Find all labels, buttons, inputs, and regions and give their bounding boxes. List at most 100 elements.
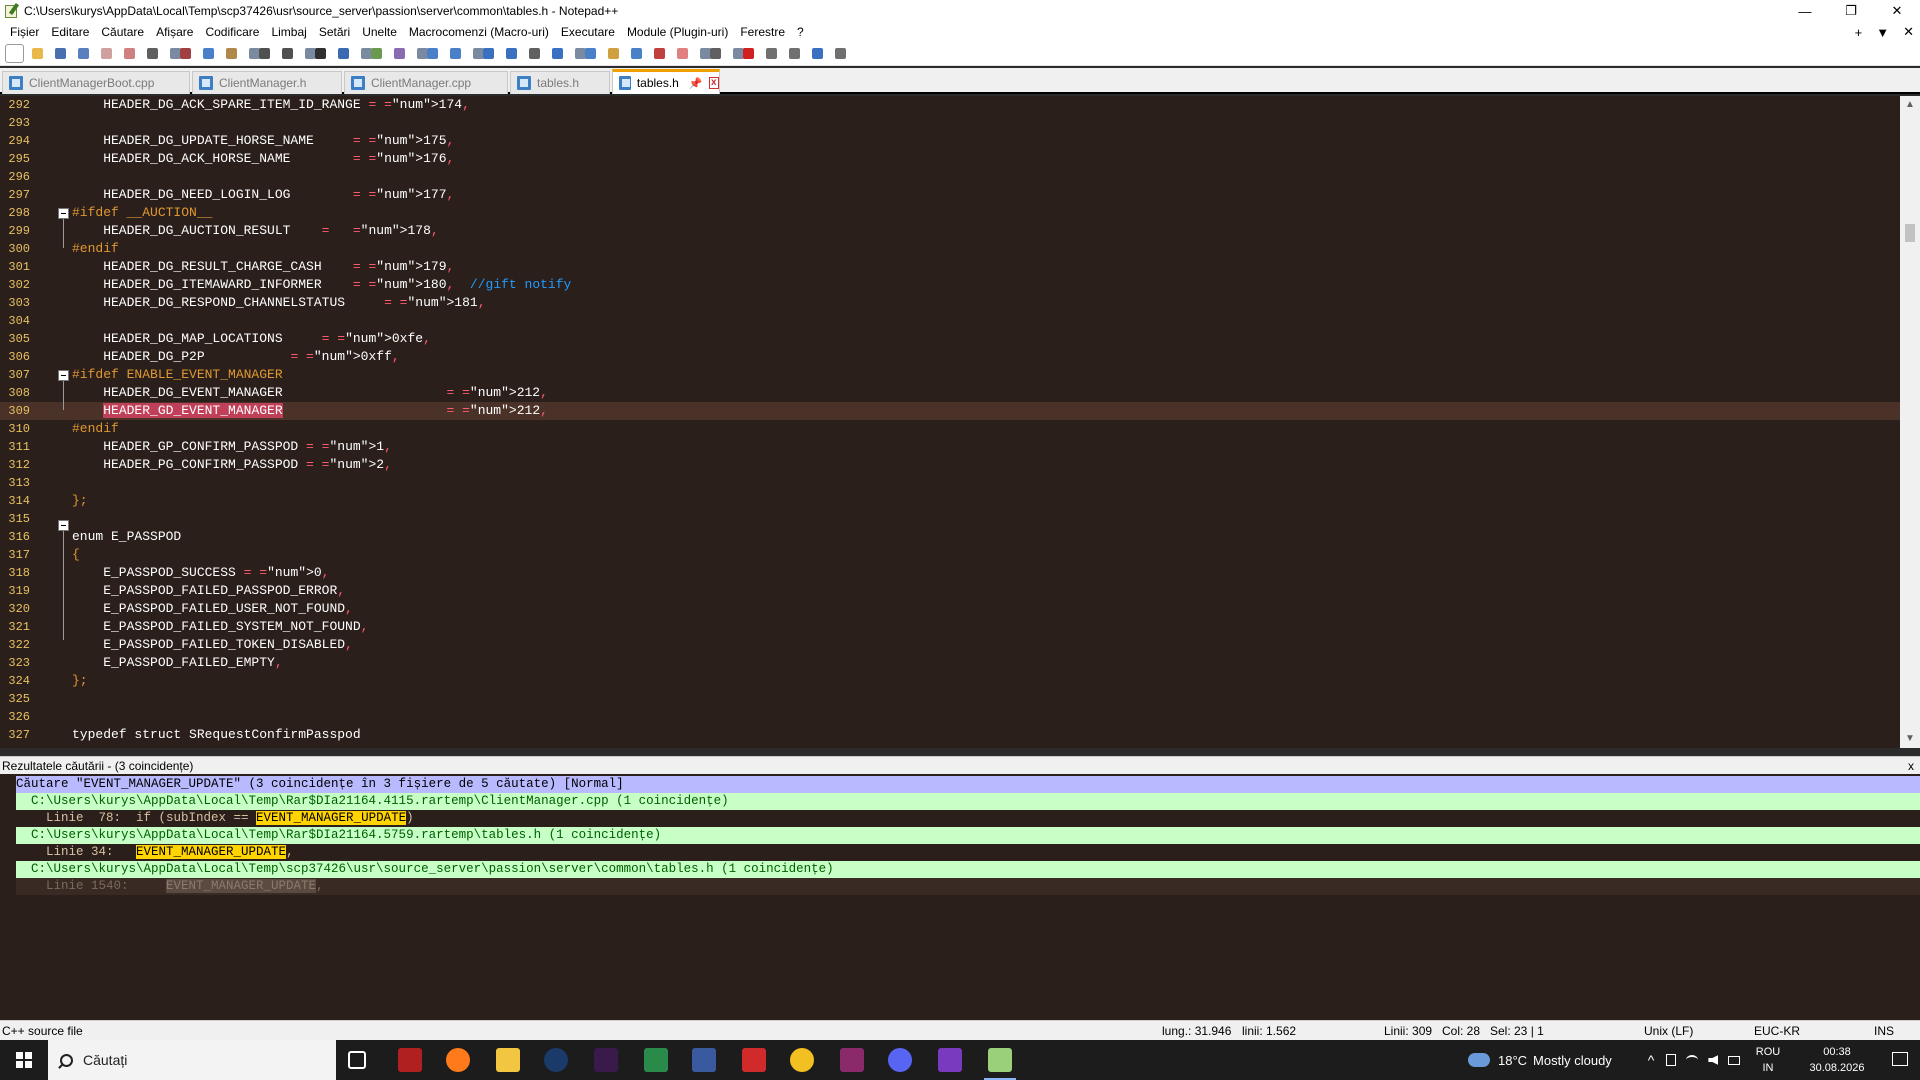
save-icon[interactable]	[52, 45, 69, 62]
code-line[interactable]: E_PASSPOD_FAILED_PASSPOD_ERROR,	[72, 582, 345, 600]
menu-settings[interactable]: Setări	[313, 25, 356, 39]
code-line[interactable]: enum E_PASSPOD	[72, 528, 181, 546]
visual-studio-icon[interactable]	[938, 1048, 962, 1072]
maximize-button[interactable]: ❐	[1828, 0, 1874, 22]
scroll-up-icon[interactable]: ▲	[1900, 96, 1920, 114]
code-line[interactable]: HEADER_DG_ACK_HORSE_NAME = ="num">176,	[72, 150, 454, 168]
tab-clientmanager-h[interactable]: ClientManager.h	[192, 71, 342, 94]
tray-overflow-icon[interactable]: ^	[1648, 1052, 1655, 1068]
find-icon[interactable]	[312, 45, 329, 62]
code-line[interactable]: E_PASSPOD_FAILED_SYSTEM_NOT_FOUND,	[72, 618, 368, 636]
print-icon[interactable]	[144, 45, 161, 62]
windows-start-icon[interactable]	[0, 1040, 48, 1080]
menu-run[interactable]: Executare	[555, 25, 621, 39]
cut-icon[interactable]	[177, 45, 194, 62]
code-editor[interactable]: 292 HEADER_DG_ACK_SPARE_ITEM_ID_RANGE = …	[0, 96, 1920, 748]
code-line[interactable]: HEADER_DG_MAP_LOCATIONS = ="num">0xfe,	[72, 330, 431, 348]
code-line[interactable]: #ifdef ENABLE_EVENT_MANAGER	[72, 366, 283, 384]
new-file-icon[interactable]	[5, 44, 24, 63]
menu-encoding[interactable]: Codificare	[199, 25, 265, 39]
new-tab-button[interactable]: +	[1855, 25, 1863, 40]
network-icon[interactable]	[1686, 1055, 1699, 1065]
tab-clientmanagerboot[interactable]: ClientManagerBoot.cpp	[2, 71, 190, 94]
app-yellow-icon[interactable]	[790, 1048, 814, 1072]
menu-language[interactable]: Limbaj	[265, 25, 312, 39]
save-all-icon[interactable]	[75, 45, 92, 62]
sync-vertical-icon[interactable]	[424, 45, 441, 62]
redo-icon[interactable]	[279, 45, 296, 62]
code-line[interactable]: #ifdef __AUCTION__	[72, 204, 212, 222]
close-all-icon[interactable]	[121, 45, 138, 62]
code-line[interactable]: E_PASSPOD_FAILED_EMPTY,	[72, 654, 282, 672]
paste-icon[interactable]	[223, 45, 240, 62]
editor-vertical-scrollbar[interactable]: ▲ ▼	[1900, 96, 1920, 748]
search-summary-line[interactable]: Căutare "EVENT_MANAGER_UPDATE" (3 coinci…	[16, 776, 1920, 793]
device-icon[interactable]	[1666, 1054, 1677, 1066]
app-k-icon[interactable]	[594, 1048, 618, 1072]
file-explorer-icon[interactable]	[496, 1048, 520, 1072]
tab-tables-h-1[interactable]: tables.h	[510, 71, 610, 94]
function-list-icon[interactable]	[605, 45, 622, 62]
code-line[interactable]: HEADER_DG_EVENT_MANAGER = ="num">212,	[72, 384, 548, 402]
search-results-panel[interactable]: Căutare "EVENT_MANAGER_UPDATE" (3 coinci…	[0, 774, 1920, 1020]
result-file-line[interactable]: C:\Users\kurys\AppData\Local\Temp\scp374…	[16, 861, 1920, 878]
firefox-icon[interactable]	[446, 1048, 470, 1072]
code-line[interactable]: HEADER_DG_RESPOND_CHANNELSTATUS = ="num"…	[72, 294, 485, 312]
scroll-thumb[interactable]	[1905, 224, 1915, 242]
code-line[interactable]: E_PASSPOD_SUCCESS = ="num">0,	[72, 564, 329, 582]
show-all-chars-icon[interactable]	[503, 45, 520, 62]
weather-text[interactable]: Mostly cloudy	[1533, 1053, 1612, 1068]
folder-workspace-icon[interactable]	[628, 45, 645, 62]
app-red-icon[interactable]	[742, 1048, 766, 1072]
code-line[interactable]: };	[72, 492, 88, 510]
menu-window[interactable]: Ferestre	[734, 25, 791, 39]
code-line[interactable]: HEADER_PG_CONFIRM_PASSPOD = ="num">2,	[72, 456, 392, 474]
close-doc-button[interactable]: ✕	[1903, 24, 1914, 40]
result-file-line[interactable]: C:\Users\kurys\AppData\Local\Temp\Rar$DI…	[16, 793, 1920, 810]
result-hit-line[interactable]: Linie 34: EVENT_MANAGER_UPDATE,	[16, 844, 1920, 861]
menu-help[interactable]: ?	[791, 25, 810, 39]
minimize-button[interactable]: —	[1782, 0, 1828, 22]
tab-list-button[interactable]: ▼	[1876, 25, 1889, 40]
weather-temp[interactable]: 18°C	[1498, 1053, 1527, 1068]
sync-horizontal-icon[interactable]	[447, 45, 464, 62]
menu-plugins[interactable]: Module (Plugin-uri)	[621, 25, 734, 39]
save-macro-icon[interactable]	[832, 45, 849, 62]
code-line[interactable]: E_PASSPOD_FAILED_TOKEN_DISABLED,	[72, 636, 353, 654]
play-multiple-icon[interactable]	[809, 45, 826, 62]
code-line[interactable]: HEADER_GP_CONFIRM_PASSPOD = ="num">1,	[72, 438, 392, 456]
word-wrap-icon[interactable]	[480, 45, 497, 62]
dropdown-icon[interactable]	[526, 45, 543, 62]
menu-tools[interactable]: Unelte	[356, 25, 403, 39]
close-button[interactable]: ✕	[1874, 0, 1920, 22]
steam-icon[interactable]	[544, 1048, 568, 1072]
zoom-out-icon[interactable]	[391, 45, 408, 62]
result-file-line[interactable]: C:\Users\kurys\AppData\Local\Temp\Rar$DI…	[16, 827, 1920, 844]
fold-toggle-icon[interactable]	[58, 370, 69, 381]
winrar-icon[interactable]	[840, 1048, 864, 1072]
preview-icon[interactable]	[707, 45, 724, 62]
result-hit-line[interactable]: Linie 1540: EVENT_MANAGER_UPDATE,	[16, 878, 1920, 895]
winscp-icon[interactable]	[644, 1048, 668, 1072]
menu-view[interactable]: Afișare	[150, 25, 199, 39]
notification-icon[interactable]	[1892, 1052, 1908, 1066]
input-language[interactable]: ROU IN	[1748, 1044, 1788, 1076]
code-line[interactable]: HEADER_DG_AUCTION_RESULT = ="num">178,	[72, 222, 439, 240]
code-line[interactable]: #endif	[72, 420, 119, 438]
indent-guide-icon[interactable]	[549, 45, 566, 62]
replace-icon[interactable]	[335, 45, 352, 62]
code-line[interactable]: HEADER_DG_UPDATE_HORSE_NAME = ="num">175…	[72, 132, 454, 150]
code-line[interactable]: HEADER_DG_RESULT_CHARGE_CASH = ="num">17…	[72, 258, 454, 276]
fold-toggle-icon[interactable]	[58, 208, 69, 219]
display-icon[interactable]	[1728, 1055, 1741, 1065]
fold-toggle-icon[interactable]	[58, 520, 69, 531]
menu-search[interactable]: Căutare	[95, 25, 150, 39]
code-line[interactable]: E_PASSPOD_FAILED_USER_NOT_FOUND,	[72, 600, 353, 618]
scroll-down-icon[interactable]: ▼	[1900, 730, 1920, 748]
taskbar-clock[interactable]: 00:38 30.08.2026	[1802, 1044, 1872, 1076]
cloud-icon[interactable]	[1468, 1053, 1490, 1067]
menu-macro[interactable]: Macrocomenzi (Macro-uri)	[403, 25, 555, 39]
notepadpp-taskbar-icon[interactable]	[984, 1048, 1016, 1080]
undo-icon[interactable]	[256, 45, 273, 62]
code-line[interactable]: HEADER_DG_ACK_SPARE_ITEM_ID_RANGE = ="nu…	[72, 96, 470, 114]
